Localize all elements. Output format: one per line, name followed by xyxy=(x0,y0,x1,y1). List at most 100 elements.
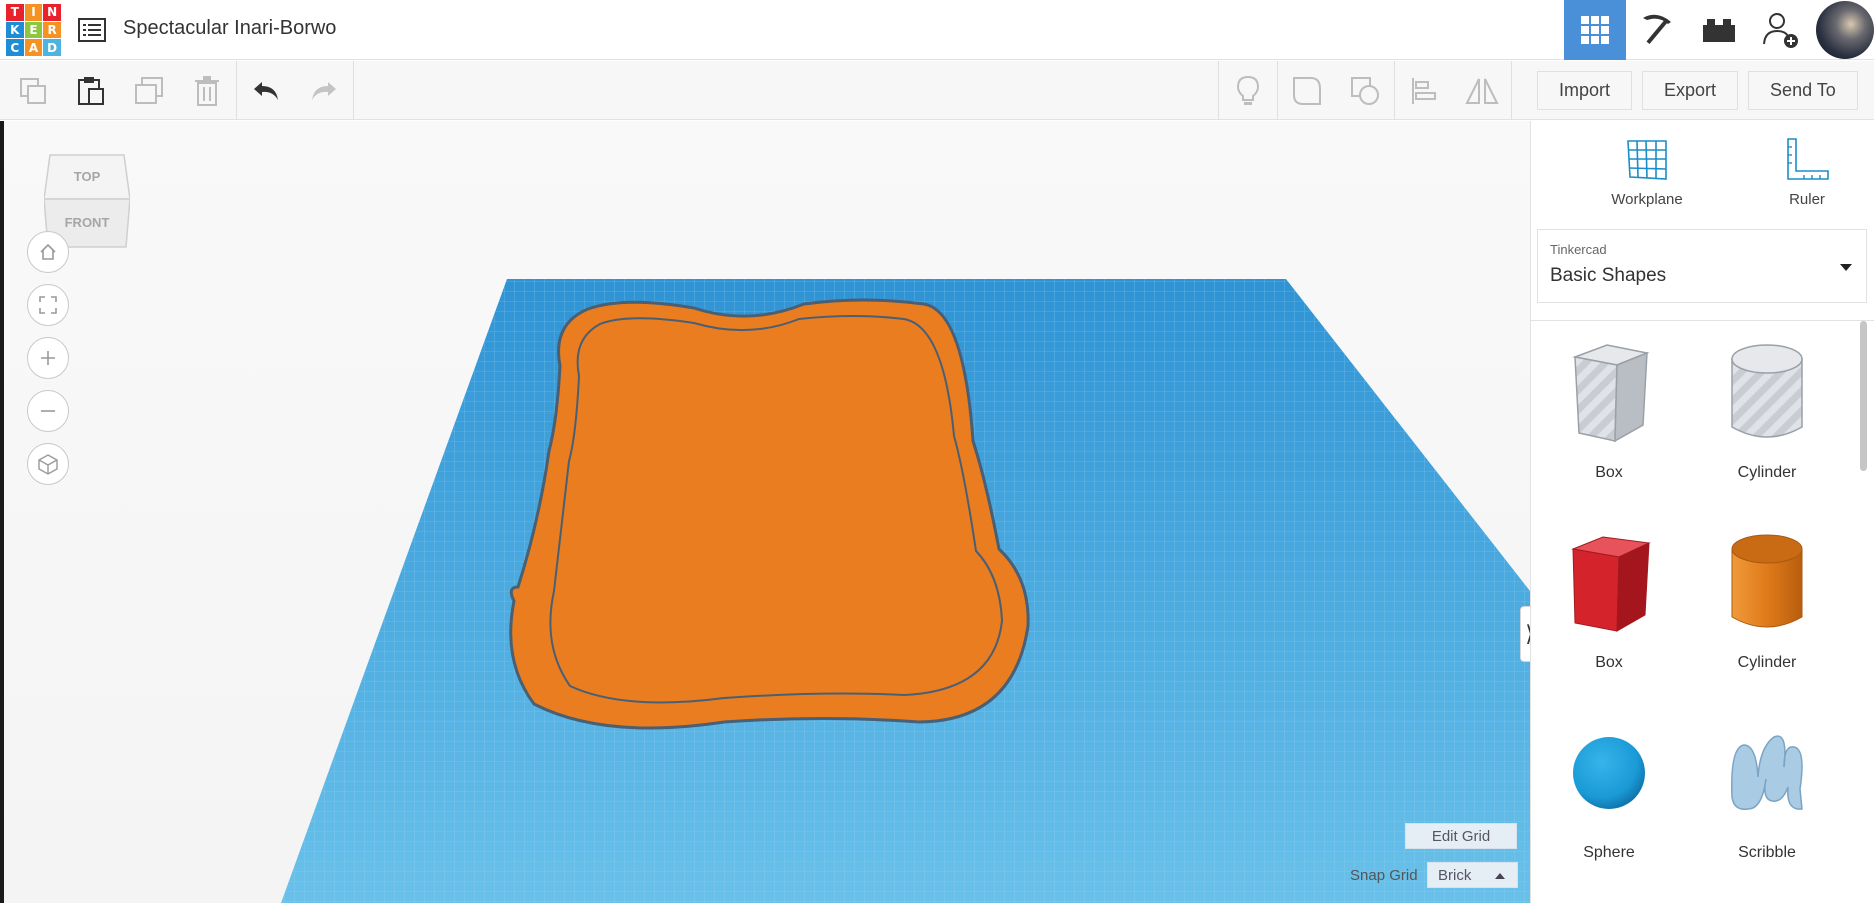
scene xyxy=(281,279,1530,903)
edit-toolbar: Import Export Send To xyxy=(0,61,1874,120)
import-button[interactable]: Import xyxy=(1537,71,1633,110)
group-button[interactable] xyxy=(1278,61,1336,120)
logo-letter: R xyxy=(43,21,61,39)
shape-cylinder-hole[interactable]: Cylinder xyxy=(1697,337,1837,507)
ungroup-button[interactable] xyxy=(1336,61,1394,120)
align-button[interactable] xyxy=(1395,61,1453,120)
view-cube-top[interactable]: TOP xyxy=(44,169,130,184)
shape-cylinder-solid[interactable]: Cylinder xyxy=(1697,527,1837,697)
collapse-panel-button[interactable]: ⟩ xyxy=(1520,606,1530,662)
design-title[interactable]: Spectacular Inari-Borwo xyxy=(123,17,336,40)
toolbar-divider xyxy=(1511,61,1512,120)
shape-grid: Box Cylinder Box Cylinder Sphere Scribbl… xyxy=(1531,320,1874,903)
zoom-in-icon xyxy=(41,351,55,365)
zoom-out-button[interactable] xyxy=(27,390,69,432)
add-user-icon xyxy=(1763,13,1798,48)
logo-letter: T xyxy=(6,4,24,21)
redo-icon xyxy=(312,81,336,100)
library-value: Basic Shapes xyxy=(1550,265,1667,286)
logo-letter: C xyxy=(6,39,24,56)
toolbar-divider xyxy=(353,61,354,120)
copy-button[interactable] xyxy=(4,61,62,120)
ruler-icon xyxy=(1787,138,1829,180)
logo-letter: K xyxy=(6,21,24,39)
shape-label: Box xyxy=(1595,654,1623,671)
bricks-view-button[interactable] xyxy=(1688,0,1750,60)
logo-letter: N xyxy=(43,4,61,21)
panel-scrollbar[interactable] xyxy=(1860,321,1867,471)
shape-label: Scribble xyxy=(1738,844,1796,861)
3d-design-view-button[interactable] xyxy=(1564,0,1626,60)
ungroup-icon xyxy=(1351,76,1379,105)
library-category: Tinkercad xyxy=(1550,242,1607,257)
perspective-icon xyxy=(38,454,58,475)
shape-label: Cylinder xyxy=(1737,464,1797,481)
lightbulb-icon xyxy=(1236,75,1260,105)
chevron-down-icon xyxy=(1840,264,1852,271)
notes-button[interactable] xyxy=(1219,61,1277,120)
orange-blob-shape[interactable] xyxy=(509,298,1030,730)
zoom-in-button[interactable] xyxy=(27,337,69,379)
box-solid-icon xyxy=(1571,536,1651,632)
paste-button[interactable] xyxy=(62,61,120,120)
user-avatar[interactable] xyxy=(1816,1,1874,59)
ruler-label: Ruler xyxy=(1789,191,1825,208)
design-list-button[interactable] xyxy=(76,14,108,46)
perspective-button[interactable] xyxy=(27,443,69,485)
snap-grid-label: Snap Grid xyxy=(1350,867,1418,884)
fit-view-button[interactable] xyxy=(27,284,69,326)
copy-icon xyxy=(20,77,46,104)
ruler-tool[interactable]: Ruler xyxy=(1747,137,1867,217)
caret-up-icon xyxy=(1495,873,1505,879)
shape-label: Sphere xyxy=(1583,844,1635,861)
shape-box-hole[interactable]: Box xyxy=(1539,337,1679,507)
shape-sphere[interactable]: Sphere xyxy=(1539,717,1679,887)
shape-scribble[interactable]: Scribble xyxy=(1697,717,1837,887)
shape-label: Box xyxy=(1595,464,1623,481)
fit-view-icon xyxy=(39,296,57,314)
pickaxe-icon xyxy=(1643,14,1671,45)
export-button[interactable]: Export xyxy=(1642,71,1739,110)
snap-grid-select[interactable]: Brick xyxy=(1427,862,1518,888)
scribble-icon xyxy=(1731,735,1803,810)
shapes-panel: Workplane Ruler Tinkercad Basic Shapes B… xyxy=(1530,121,1874,903)
zoom-out-icon xyxy=(41,410,55,412)
redo-button[interactable] xyxy=(295,61,353,120)
view-cube-front[interactable]: FRONT xyxy=(44,215,130,230)
workplane-icon xyxy=(1627,140,1667,180)
workplane-tool[interactable]: Workplane xyxy=(1587,137,1707,217)
shape-box-solid[interactable]: Box xyxy=(1539,527,1679,697)
3d-viewport[interactable]: TOP FRONT Edit Grid Snap Grid Brick xyxy=(4,121,1530,903)
home-view-button[interactable] xyxy=(27,231,69,273)
trash-icon xyxy=(195,75,219,106)
shape-tools xyxy=(1218,61,1512,120)
design-list-icon xyxy=(78,18,106,42)
tinkercad-editor: TINKERCAD Spectacular Inari-Borwo Import… xyxy=(0,0,1874,903)
mirror-button[interactable] xyxy=(1453,61,1511,120)
box-hole-icon xyxy=(1572,344,1650,443)
edit-grid-button[interactable]: Edit Grid xyxy=(1405,823,1517,849)
duplicate-icon xyxy=(135,76,163,104)
cylinder-hole-icon xyxy=(1731,344,1803,438)
undo-icon xyxy=(254,81,278,100)
undo-button[interactable] xyxy=(237,61,295,120)
home-icon xyxy=(40,243,56,260)
grid-view-icon xyxy=(1581,16,1609,44)
logo-letter: E xyxy=(24,21,43,39)
header-actions xyxy=(1564,0,1874,60)
logo-letter: I xyxy=(24,4,43,21)
duplicate-button[interactable] xyxy=(120,61,178,120)
tinkercad-logo[interactable]: TIN KER CAD xyxy=(6,4,61,56)
blocks-view-button[interactable] xyxy=(1626,0,1688,60)
delete-button[interactable] xyxy=(178,61,236,120)
sphere-icon xyxy=(1573,737,1645,809)
file-actions: Import Export Send To xyxy=(1537,61,1868,120)
send-to-button[interactable]: Send To xyxy=(1748,71,1858,110)
paste-icon xyxy=(78,76,104,105)
shape-library-select[interactable]: Tinkercad Basic Shapes xyxy=(1537,229,1867,303)
shape-label: Cylinder xyxy=(1737,654,1797,671)
top-header: TIN KER CAD Spectacular Inari-Borwo xyxy=(0,0,1874,60)
snap-grid-value: Brick xyxy=(1438,866,1472,884)
workplane-label: Workplane xyxy=(1611,191,1683,208)
invite-user-button[interactable] xyxy=(1750,0,1812,60)
